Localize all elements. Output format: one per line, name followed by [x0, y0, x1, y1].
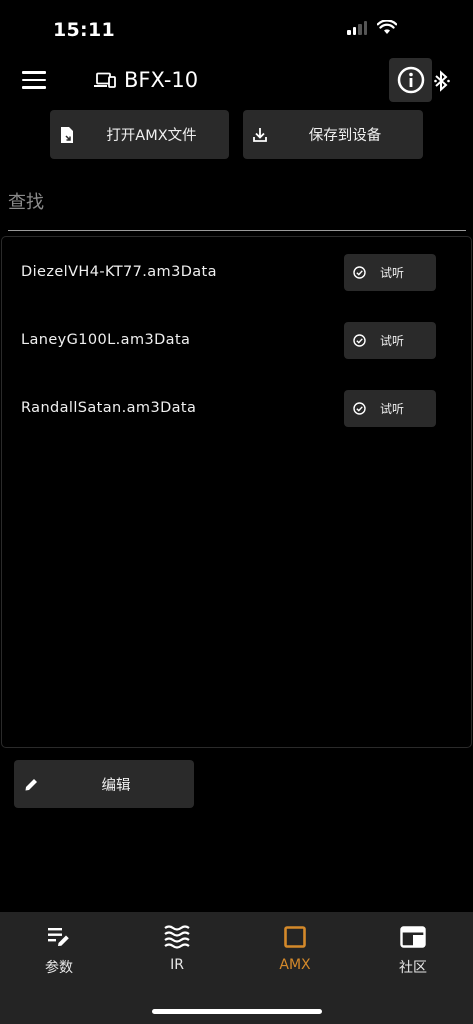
device-name: BFX-10: [124, 68, 199, 92]
wifi-icon: [377, 20, 397, 34]
home-indicator: [152, 1009, 322, 1014]
open-amx-file-label: 打开AMX文件: [106, 128, 197, 144]
menu-button[interactable]: [22, 71, 46, 91]
nav-item-params[interactable]: 参数: [0, 924, 118, 977]
list-item: DiezelVH4-KT77.am3Data 试听: [2, 254, 471, 292]
bluetooth-icon[interactable]: [433, 70, 451, 92]
edit-button[interactable]: 编辑: [14, 760, 194, 808]
top-bar: BFX-10: [0, 58, 473, 104]
nav-item-community[interactable]: 社区: [354, 924, 472, 977]
download-icon: [253, 127, 267, 142]
nav-label: 社区: [399, 960, 427, 976]
battery-icon: [407, 22, 433, 34]
open-amx-file-button[interactable]: 打开AMX文件: [50, 110, 229, 159]
save-to-device-button[interactable]: 保存到设备: [243, 110, 423, 159]
pencil-icon: [25, 779, 37, 791]
devices-icon: [94, 72, 116, 88]
nav-item-amx[interactable]: AMX: [236, 924, 354, 973]
preview-button[interactable]: 试听: [344, 390, 436, 427]
file-import-icon: [61, 126, 73, 143]
check-circle-icon: [353, 266, 366, 279]
nav-label: AMX: [279, 957, 311, 973]
nav-label: 参数: [45, 960, 73, 976]
list-item: LaneyG100L.am3Data 试听: [2, 322, 471, 360]
file-name: LaneyG100L.am3Data: [21, 332, 191, 348]
search-input[interactable]: [8, 189, 466, 215]
list-item: RandallSatan.am3Data 试听: [2, 390, 471, 428]
hamburger-icon: [22, 71, 46, 74]
preview-label: 试听: [380, 402, 405, 416]
search-field[interactable]: [8, 188, 466, 231]
info-icon: [397, 66, 424, 94]
preview-label: 试听: [380, 266, 405, 280]
nav-item-ir[interactable]: IR: [118, 924, 236, 973]
file-list: DiezelVH4-KT77.am3Data 试听 LaneyG100L.am3…: [1, 236, 472, 748]
cellular-signal-icon: [347, 20, 367, 35]
file-name: DiezelVH4-KT77.am3Data: [21, 264, 217, 280]
file-name: RandallSatan.am3Data: [21, 400, 197, 416]
info-button[interactable]: [389, 58, 432, 102]
check-circle-icon: [353, 334, 366, 347]
preview-label: 试听: [380, 334, 405, 348]
status-time: 15:11: [53, 19, 115, 41]
waves-icon: [164, 925, 190, 949]
square-icon: [284, 926, 306, 948]
preview-button[interactable]: 试听: [344, 254, 436, 291]
nav-label: IR: [170, 957, 184, 973]
edit-list-icon: [48, 928, 69, 946]
window-icon: [400, 926, 426, 948]
bottom-navigation: 参数 IR AMX 社区: [0, 912, 473, 1024]
save-to-device-label: 保存到设备: [308, 128, 382, 144]
edit-label: 编辑: [101, 777, 131, 794]
preview-button[interactable]: 试听: [344, 322, 436, 359]
status-icons: [347, 20, 433, 35]
check-circle-icon: [353, 402, 366, 415]
device-title: BFX-10: [94, 68, 198, 92]
